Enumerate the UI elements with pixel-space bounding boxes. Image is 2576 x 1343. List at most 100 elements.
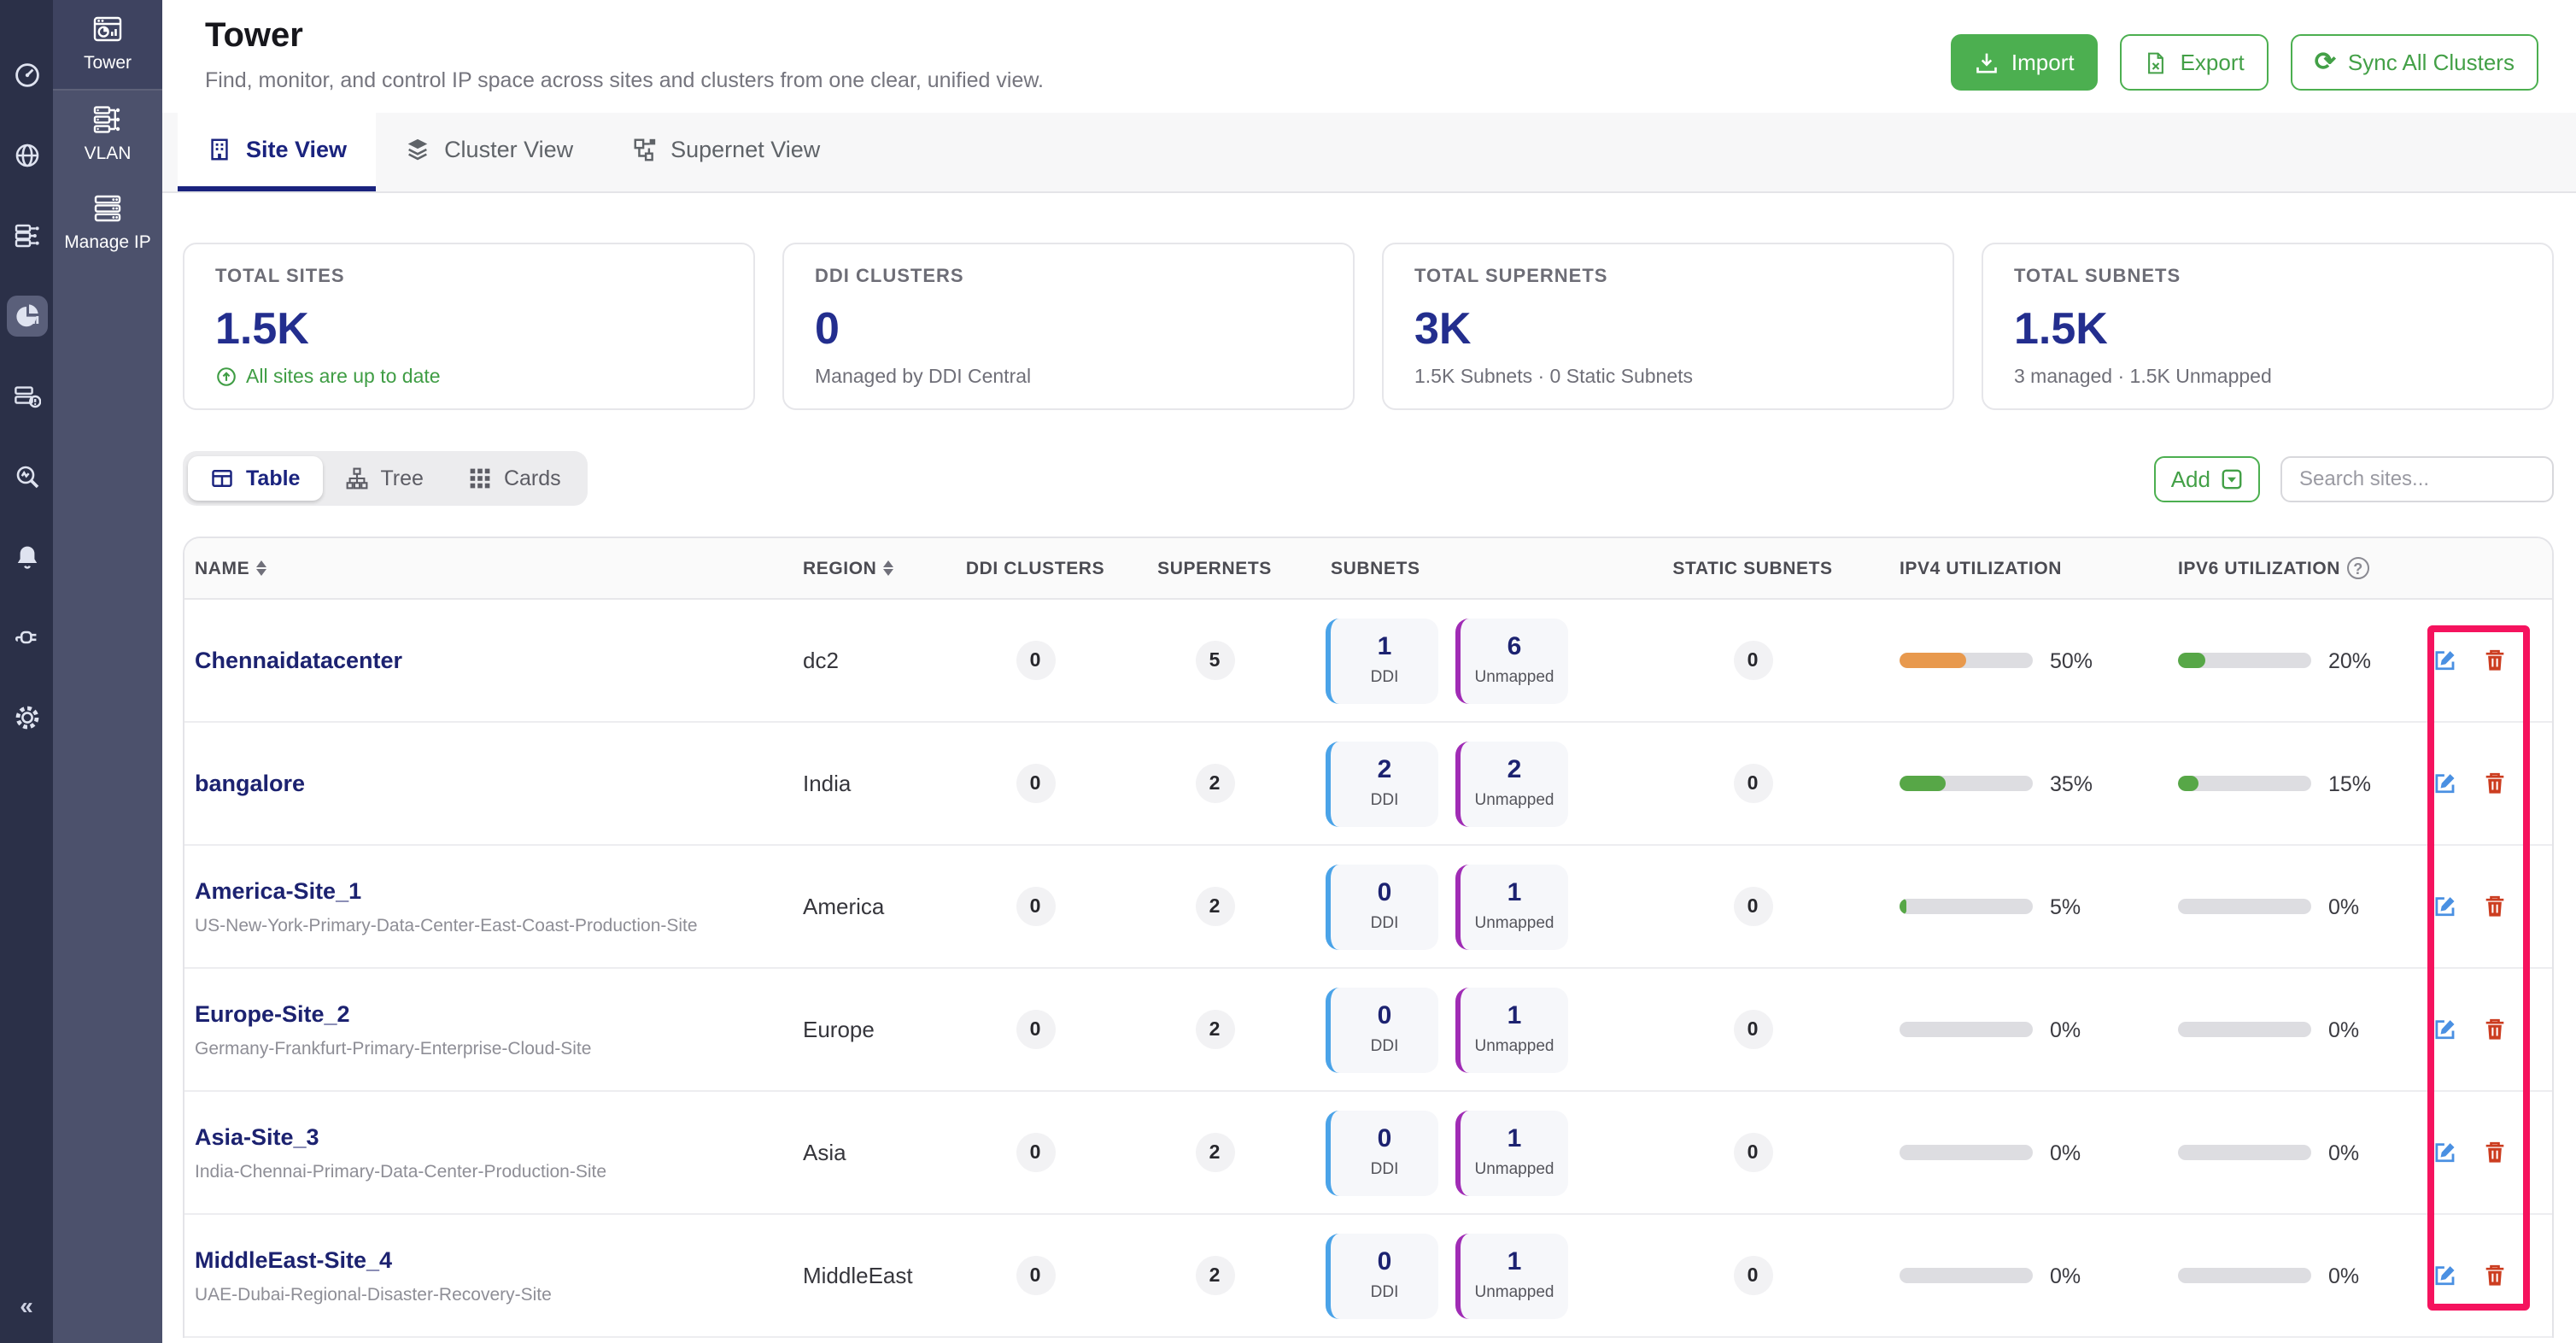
column-header-name[interactable]: NAME (184, 558, 791, 578)
edit-site-button[interactable] (2432, 1016, 2459, 1043)
delete-site-button[interactable] (2481, 1016, 2509, 1043)
import-button-label: Import (2011, 50, 2075, 75)
search-analytics-icon (13, 463, 40, 490)
building-icon (207, 137, 232, 162)
supernets-badge: 2 (1195, 1010, 1234, 1049)
delete-site-button[interactable] (2481, 770, 2509, 797)
edit-icon (2433, 1262, 2458, 1287)
trash-icon (2482, 770, 2508, 795)
sidebar-item-label: Tower (84, 53, 132, 73)
site-name-link[interactable]: MiddleEast-Site_4 (195, 1247, 392, 1273)
stat-label: TOTAL SUBNETS (2014, 267, 2521, 287)
subnets-unmapped-card: 1 Unmapped (1455, 864, 1568, 949)
ddi-clusters-badge: 0 (1016, 1010, 1055, 1049)
tab-cluster-view[interactable]: Cluster View (376, 113, 602, 191)
stat-label: DDI CLUSTERS (815, 267, 1322, 287)
import-button[interactable]: Import (1952, 34, 2099, 91)
delete-site-button[interactable] (2481, 647, 2509, 674)
rail-item-integrations[interactable] (6, 617, 47, 658)
tab-site-view[interactable]: Site View (178, 113, 376, 191)
subnets-ddi-card: 0 DDI (1326, 987, 1438, 1072)
rail-item-dhcp[interactable] (6, 215, 47, 256)
tower-page: « Tower VLAN Manage IP Tower Find, monit… (0, 0, 2576, 1343)
rail-item-settings[interactable] (6, 697, 47, 738)
edit-site-button[interactable] (2432, 1139, 2459, 1166)
edit-site-button[interactable] (2432, 647, 2459, 674)
ipv6-utilization-bar (2178, 1269, 2311, 1283)
table-row[interactable]: Asia-Site_3 India-Chennai-Primary-Data-C… (184, 1092, 2552, 1215)
site-name-link[interactable]: Chennaidatacenter (195, 647, 402, 672)
ddi-clusters-badge: 0 (1016, 641, 1055, 680)
delete-site-button[interactable] (2481, 1262, 2509, 1289)
rail-item-ipam[interactable] (6, 296, 47, 337)
sync-all-clusters-button[interactable]: ⟳ Sync All Clusters (2291, 34, 2538, 91)
subnets-ddi-card: 0 DDI (1326, 864, 1438, 949)
search-sites-input[interactable] (2280, 455, 2554, 501)
view-label: Tree (380, 466, 424, 490)
ipam-pie-chart-icon (13, 302, 40, 330)
delete-site-button[interactable] (2481, 1139, 2509, 1166)
site-subtitle: US-New-York-Primary-Data-Center-East-Coa… (195, 916, 791, 936)
tab-supernet-view[interactable]: Supernet View (602, 113, 849, 191)
delete-site-button[interactable] (2481, 893, 2509, 920)
column-header-ddi-clusters: DDI CLUSTERS (950, 558, 1121, 578)
info-icon[interactable]: ? (2347, 557, 2369, 579)
edit-site-button[interactable] (2432, 1262, 2459, 1289)
dns-globe-icon (13, 142, 40, 169)
sidebar-item-tower[interactable]: Tower (53, 0, 162, 91)
rail-item-discovery[interactable] (6, 456, 47, 497)
column-header-supernets: SUPERNETS (1121, 558, 1308, 578)
site-name-link[interactable]: Europe-Site_2 (195, 1001, 350, 1027)
subnets-unmapped-card: 1 Unmapped (1455, 1110, 1568, 1195)
column-header-static-subnets: STATIC SUBNETS (1667, 558, 1838, 578)
export-button[interactable]: Export (2121, 34, 2269, 91)
view-tree-button[interactable]: Tree (322, 456, 446, 501)
ddi-clusters-badge: 0 (1016, 887, 1055, 926)
table-row[interactable]: America-Site_1 US-New-York-Primary-Data-… (184, 846, 2552, 969)
collapse-sidebar-icon[interactable]: « (20, 1292, 33, 1319)
sidebar-item-manage-ip[interactable]: Manage IP (53, 179, 162, 268)
view-table-button[interactable]: Table (188, 456, 322, 501)
view-label: Cards (504, 466, 561, 490)
site-subtitle: Germany-Frankfurt-Primary-Enterprise-Clo… (195, 1039, 791, 1059)
ipv4-percent: 50% (2050, 648, 2093, 672)
page-header: Tower Find, monitor, and control IP spac… (162, 0, 2576, 113)
table-row[interactable]: Chennaidatacenter dc2 0 5 1 DDI 6 Unmapp (184, 600, 2552, 723)
table-row[interactable]: bangalore India 0 2 2 DDI 2 Unmapped (184, 723, 2552, 846)
sort-icon[interactable] (883, 560, 893, 576)
rail-item-dashboard[interactable] (6, 55, 47, 96)
edit-site-button[interactable] (2432, 770, 2459, 797)
trash-icon (2482, 893, 2508, 918)
region-cell: Europe (791, 1017, 950, 1042)
server-alert-icon (13, 383, 40, 410)
site-subtitle: UAE-Dubai-Regional-Disaster-Recovery-Sit… (195, 1285, 791, 1305)
ipv6-utilization-bar (2178, 1023, 2311, 1037)
site-name-link[interactable]: bangalore (195, 770, 305, 795)
site-name-link[interactable]: America-Site_1 (195, 878, 361, 904)
sort-icon[interactable] (256, 560, 266, 576)
table-row[interactable]: Europe-Site_2 Germany-Frankfurt-Primary-… (184, 969, 2552, 1092)
sidebar-item-vlan[interactable]: VLAN (53, 91, 162, 179)
ipv6-percent: 0% (2328, 894, 2359, 918)
region-cell: India (791, 771, 950, 796)
sync-icon: ⟳ (2315, 50, 2336, 75)
supernets-badge: 2 (1195, 764, 1234, 803)
rail-item-alerts[interactable] (6, 537, 47, 578)
add-site-button[interactable]: Add (2154, 455, 2260, 501)
ipv4-percent: 35% (2050, 771, 2093, 795)
icon-rail: « (0, 0, 53, 1343)
column-header-region[interactable]: REGION (791, 558, 950, 578)
table-icon (210, 466, 234, 490)
supernets-badge: 5 (1195, 641, 1234, 680)
table-row[interactable]: MiddleEast-Site_4 UAE-Dubai-Regional-Dis… (184, 1215, 2552, 1338)
view-cards-button[interactable]: Cards (446, 456, 583, 501)
rail-item-dns[interactable] (6, 135, 47, 176)
ipv6-percent: 0% (2328, 1018, 2359, 1041)
edit-site-button[interactable] (2432, 893, 2459, 920)
dashboard-icon (13, 62, 40, 89)
view-label: Table (246, 466, 300, 490)
ipv4-utilization-bar (1900, 654, 2033, 668)
site-name-link[interactable]: Asia-Site_3 (195, 1124, 319, 1150)
subnets-unmapped-card: 6 Unmapped (1455, 618, 1568, 703)
rail-item-audit[interactable] (6, 376, 47, 417)
